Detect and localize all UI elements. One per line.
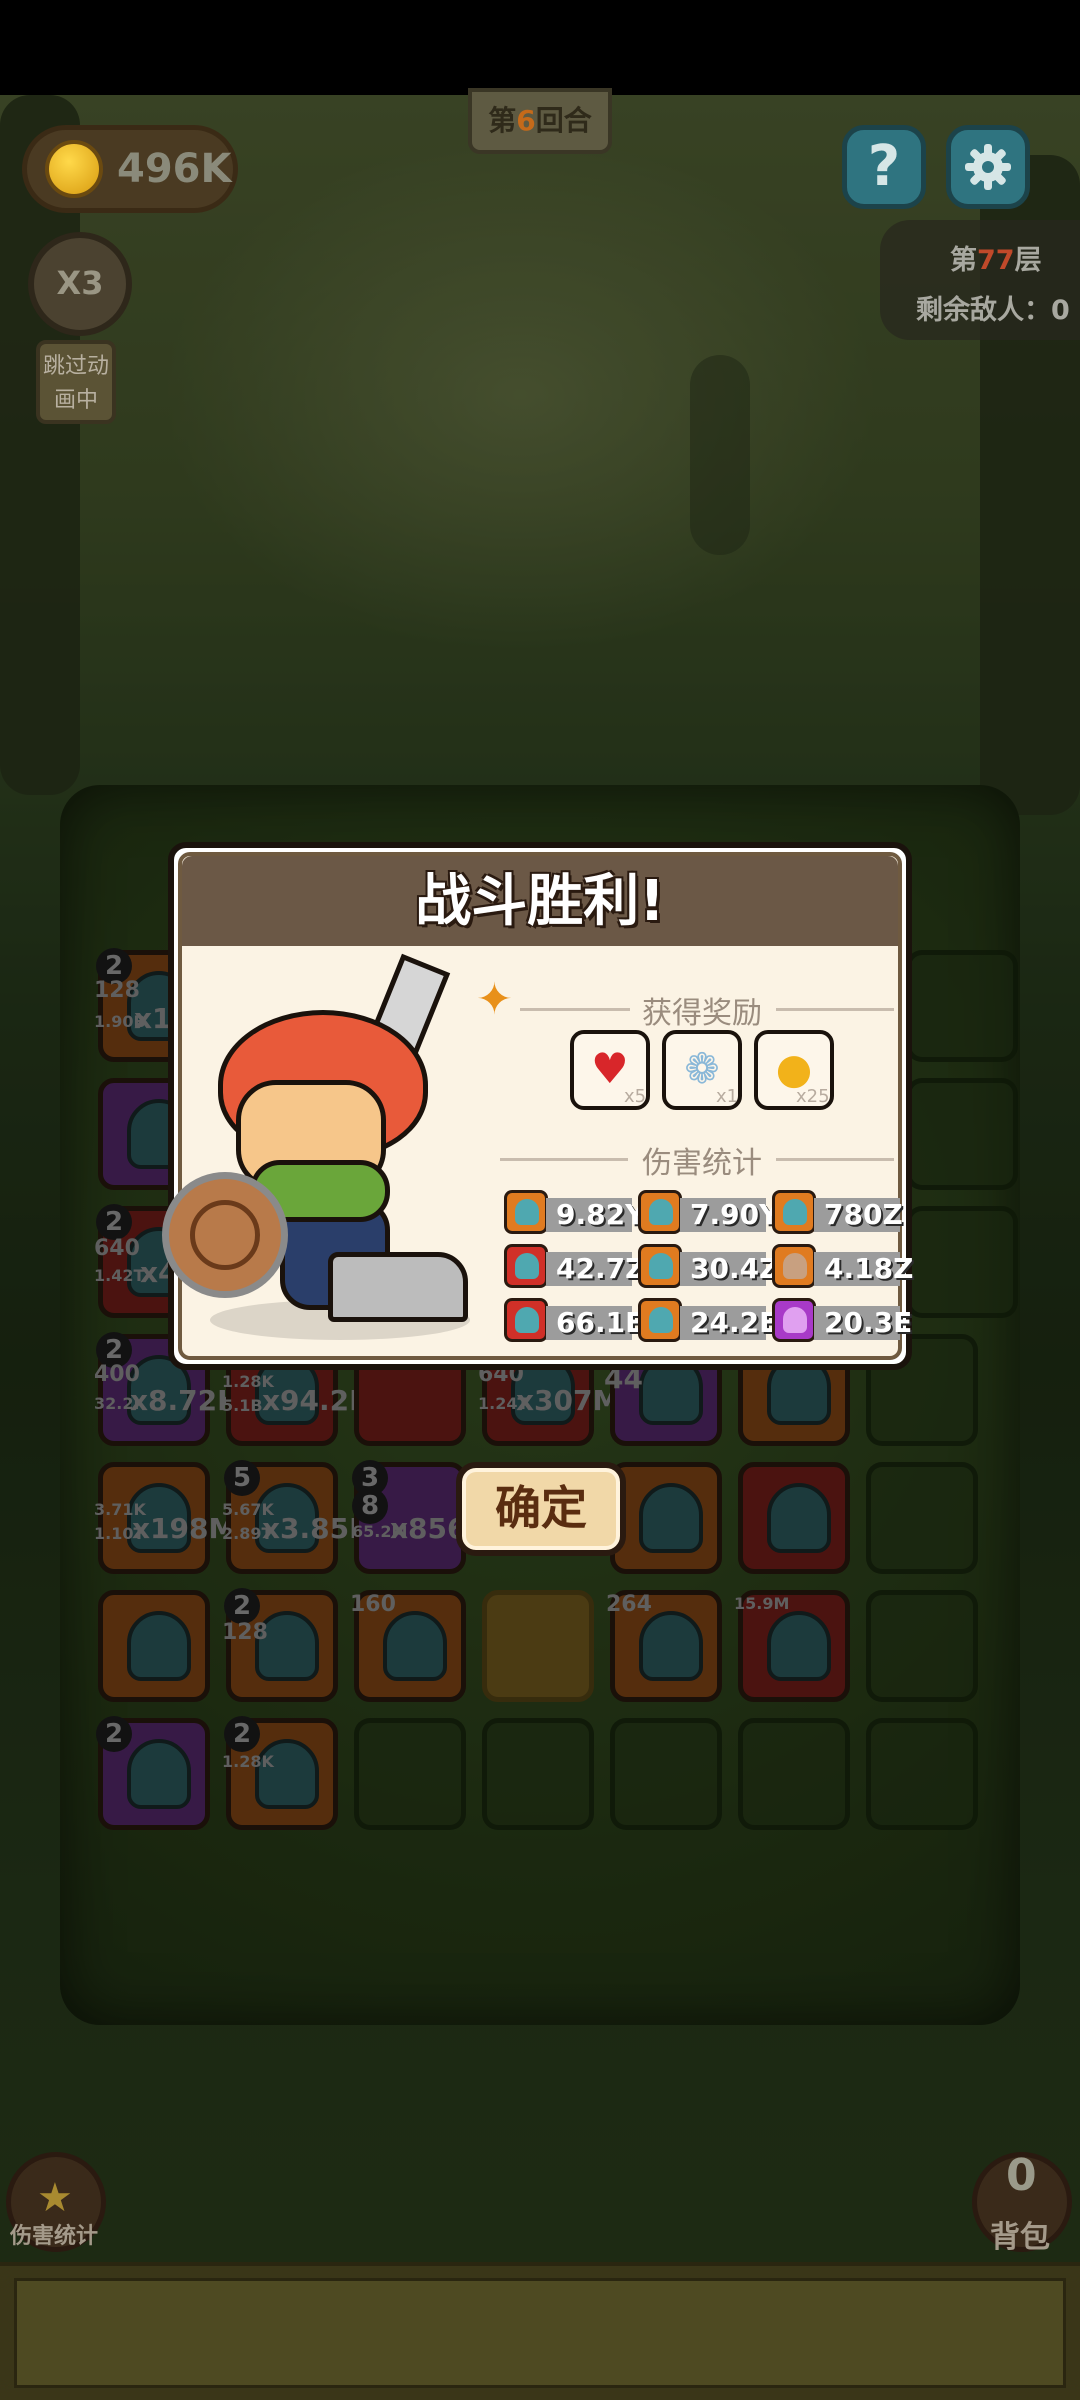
- bottom-panel: [14, 2278, 1066, 2388]
- round-indicator: 第6回合: [468, 88, 612, 154]
- settings-button[interactable]: [946, 125, 1030, 209]
- question-icon: ?: [867, 134, 901, 199]
- gear-icon: [965, 144, 1011, 190]
- confirm-button[interactable]: 确定: [456, 1462, 626, 1556]
- backpack-label: 背包: [990, 2220, 1050, 2255]
- coin-amount: 496K: [117, 146, 232, 192]
- unit-icon: [504, 1244, 548, 1288]
- skip-animation-button[interactable]: 跳过动画中: [36, 340, 116, 424]
- unit-icon: [638, 1244, 682, 1288]
- speed-button[interactable]: X3: [28, 232, 132, 336]
- status-bar: [0, 0, 1080, 95]
- backpack-count: 0: [1006, 2150, 1037, 2201]
- unit-icon: [504, 1190, 548, 1234]
- unit-icon: [772, 1244, 816, 1288]
- floor-label: 第77层: [950, 245, 1042, 276]
- dialog-title: 战斗胜利!: [415, 869, 665, 934]
- rewards-label: 获得奖励: [642, 996, 762, 1031]
- shell-icon: ❁: [684, 1044, 720, 1093]
- coin-counter: 496K: [22, 125, 238, 213]
- unit-icon: [504, 1298, 548, 1342]
- unit-icon: [772, 1190, 816, 1234]
- damage-stats-label: 伤害统计: [10, 2224, 99, 2249]
- sparkle-icon: ✦: [476, 974, 513, 1025]
- damage-label: 伤害统计: [642, 1146, 762, 1181]
- help-button[interactable]: ?: [842, 125, 926, 209]
- coin-icon: [45, 140, 103, 198]
- enemies-remaining: 剩余敌人：0: [916, 295, 1070, 326]
- unit-icon: [638, 1298, 682, 1342]
- unit-icon: [772, 1298, 816, 1342]
- star-icon: ★: [37, 2175, 73, 2221]
- unit-icon: [638, 1190, 682, 1234]
